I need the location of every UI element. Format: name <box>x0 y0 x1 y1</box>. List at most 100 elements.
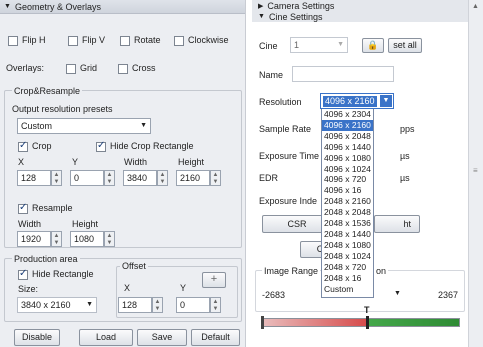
scroll-grip-icon[interactable]: ≡ <box>473 166 478 175</box>
resolution-option[interactable]: 2048 x 2160 <box>324 196 373 207</box>
overlays-label: Overlays: <box>6 63 45 73</box>
crop-x-input[interactable]: 128 <box>17 170 51 186</box>
name-label: Name <box>259 70 284 80</box>
crop-x-stepper[interactable]: ▲ ▼ <box>51 170 62 186</box>
resolution-label: Resolution <box>259 97 302 107</box>
offset-x-input[interactable]: 128 <box>118 297 152 313</box>
resolution-option[interactable]: 4096 x 1440 <box>324 142 373 153</box>
resolution-option[interactable]: 4096 x 2048 <box>324 131 373 142</box>
add-offset-button[interactable]: + <box>202 272 226 288</box>
cine-settings-header[interactable]: ▼ Cine Settings <box>252 11 470 22</box>
resample-width-stepper[interactable]: ▲ ▼ <box>51 231 62 247</box>
crop-height-input[interactable]: 2160 <box>176 170 210 186</box>
offset-y-input[interactable]: 0 <box>176 297 210 313</box>
trigger-handle[interactable] <box>366 316 369 329</box>
default-button[interactable]: Default <box>191 329 240 346</box>
scroll-up-icon[interactable]: ▲ <box>472 3 479 10</box>
offset-label: Offset <box>120 261 148 271</box>
trigger-marker-label: T <box>364 305 370 315</box>
offset-x-stepper[interactable]: ▲ ▼ <box>152 297 163 313</box>
range-end: 2367 <box>438 290 459 300</box>
resolution-option[interactable]: 2048 x 1440 <box>324 229 373 240</box>
resolution-option[interactable]: 4096 x 2304 <box>324 109 373 120</box>
chevron-down-icon[interactable]: ▼ <box>394 290 401 297</box>
resolution-option[interactable]: 2048 x 16 <box>324 273 373 284</box>
chevron-down-icon: ▼ <box>140 122 147 129</box>
size-label: Size: <box>18 284 39 294</box>
resolution-option[interactable]: 4096 x 2160 <box>322 119 373 131</box>
offset-y-label: Y <box>180 283 187 293</box>
resolution-option[interactable]: 4096 x 1080 <box>324 153 373 164</box>
vertical-scrollbar[interactable]: ▲ ≡ <box>468 0 483 347</box>
hide-crop-rect-label: Hide Crop Rectangle <box>110 141 194 151</box>
hide-rectangle-checkbox[interactable] <box>18 268 28 280</box>
grid-checkbox[interactable] <box>66 63 76 74</box>
chevron-down-icon[interactable]: ▼ <box>380 95 392 107</box>
name-input[interactable] <box>292 66 394 82</box>
collapse-triangle-icon[interactable]: ▼ <box>4 3 11 10</box>
crop-y-input[interactable]: 0 <box>70 170 104 186</box>
image-range-slider[interactable] <box>261 316 460 329</box>
output-presets-dropdown[interactable]: Custom ▼ <box>17 118 151 134</box>
offset-y-stepper[interactable]: ▲ ▼ <box>210 297 221 313</box>
range-start-handle[interactable] <box>261 316 264 329</box>
lock-icon[interactable]: 🔒 <box>362 38 384 53</box>
collapse-triangle-icon[interactable]: ▼ <box>258 13 265 20</box>
expand-triangle-icon[interactable]: ▶ <box>258 2 263 10</box>
set-all-button[interactable]: set all <box>388 38 422 53</box>
crop-height-stepper[interactable]: ▲ ▼ <box>210 170 221 186</box>
hide-crop-rect-checkbox[interactable] <box>96 140 106 152</box>
flip-v-checkbox[interactable] <box>68 35 78 46</box>
camera-settings-header[interactable]: ▶ Camera Settings <box>252 0 470 11</box>
crop-width-input[interactable]: 3840 <box>123 170 157 186</box>
resolution-option[interactable]: 2048 x 1080 <box>324 240 373 251</box>
resolution-option[interactable]: 4096 x 720 <box>324 174 373 185</box>
edr-label: EDR <box>259 173 279 183</box>
geometry-section-header[interactable]: ▼ Geometry & Overlays <box>0 0 245 14</box>
resolution-dropdown[interactable]: 4096 x 2160 ▼ <box>320 93 394 109</box>
clockwise-checkbox[interactable] <box>174 35 184 46</box>
preset-value: Custom <box>21 121 53 131</box>
crop-x-label: X <box>18 157 25 167</box>
resolution-option[interactable]: 2048 x 720 <box>324 262 373 273</box>
crop-width-label: Width <box>124 157 148 167</box>
resample-height-input[interactable]: 1080 <box>70 231 104 247</box>
resolution-option[interactable]: 2048 x 1024 <box>324 251 373 262</box>
hide-rectangle-label: Hide Rectangle <box>32 269 94 279</box>
pre-trigger-bar <box>263 319 368 326</box>
edr-unit: µs <box>400 173 410 183</box>
resample-width-input[interactable]: 1920 <box>17 231 51 247</box>
sample-rate-unit: pps <box>400 124 415 134</box>
chevron-down-icon: ▼ <box>86 301 93 308</box>
crop-label: Crop <box>32 141 52 151</box>
image-range-suffix: on <box>374 266 389 276</box>
resolution-options-list[interactable]: 4096 x 2304 4096 x 2160 4096 x 2048 4096 x … <box>321 108 374 298</box>
resolution-option[interactable]: 4096 x 16 <box>324 185 373 196</box>
output-presets-label: Output resolution presets <box>12 104 113 114</box>
rotate-label: Rotate <box>134 35 161 45</box>
resolution-option[interactable]: Custom <box>324 284 373 295</box>
rotate-checkbox[interactable] <box>120 35 130 46</box>
geometry-title: Geometry & Overlays <box>14 1 101 12</box>
crop-y-stepper[interactable]: ▲ ▼ <box>104 170 115 186</box>
resolution-option[interactable]: 2048 x 2048 <box>324 207 373 218</box>
cross-checkbox[interactable] <box>118 63 128 74</box>
crop-checkbox[interactable] <box>18 140 28 152</box>
cine-label: Cine <box>259 41 278 51</box>
range-start: -2683 <box>262 290 286 300</box>
crop-width-stepper[interactable]: ▲ ▼ <box>157 170 168 186</box>
resample-checkbox[interactable] <box>18 202 28 214</box>
cine-dropdown[interactable]: 1 ▼ <box>290 37 348 53</box>
resolution-option[interactable]: 2048 x 1536 <box>324 218 373 229</box>
size-value: 3840 x 2160 <box>21 300 71 310</box>
resample-height-stepper[interactable]: ▲ ▼ <box>104 231 115 247</box>
save-button[interactable]: Save <box>137 329 187 346</box>
size-dropdown[interactable]: 3840 x 2160 ▼ <box>17 297 97 313</box>
disable-button[interactable]: Disable <box>14 329 60 346</box>
resample-label: Resample <box>32 203 73 213</box>
partial-right-button[interactable]: ht <box>374 215 420 233</box>
resolution-option[interactable]: 4096 x 1024 <box>324 164 373 175</box>
flip-h-checkbox[interactable] <box>8 35 18 46</box>
camera-settings-title: Camera Settings <box>267 0 335 11</box>
load-button[interactable]: Load <box>79 329 133 346</box>
